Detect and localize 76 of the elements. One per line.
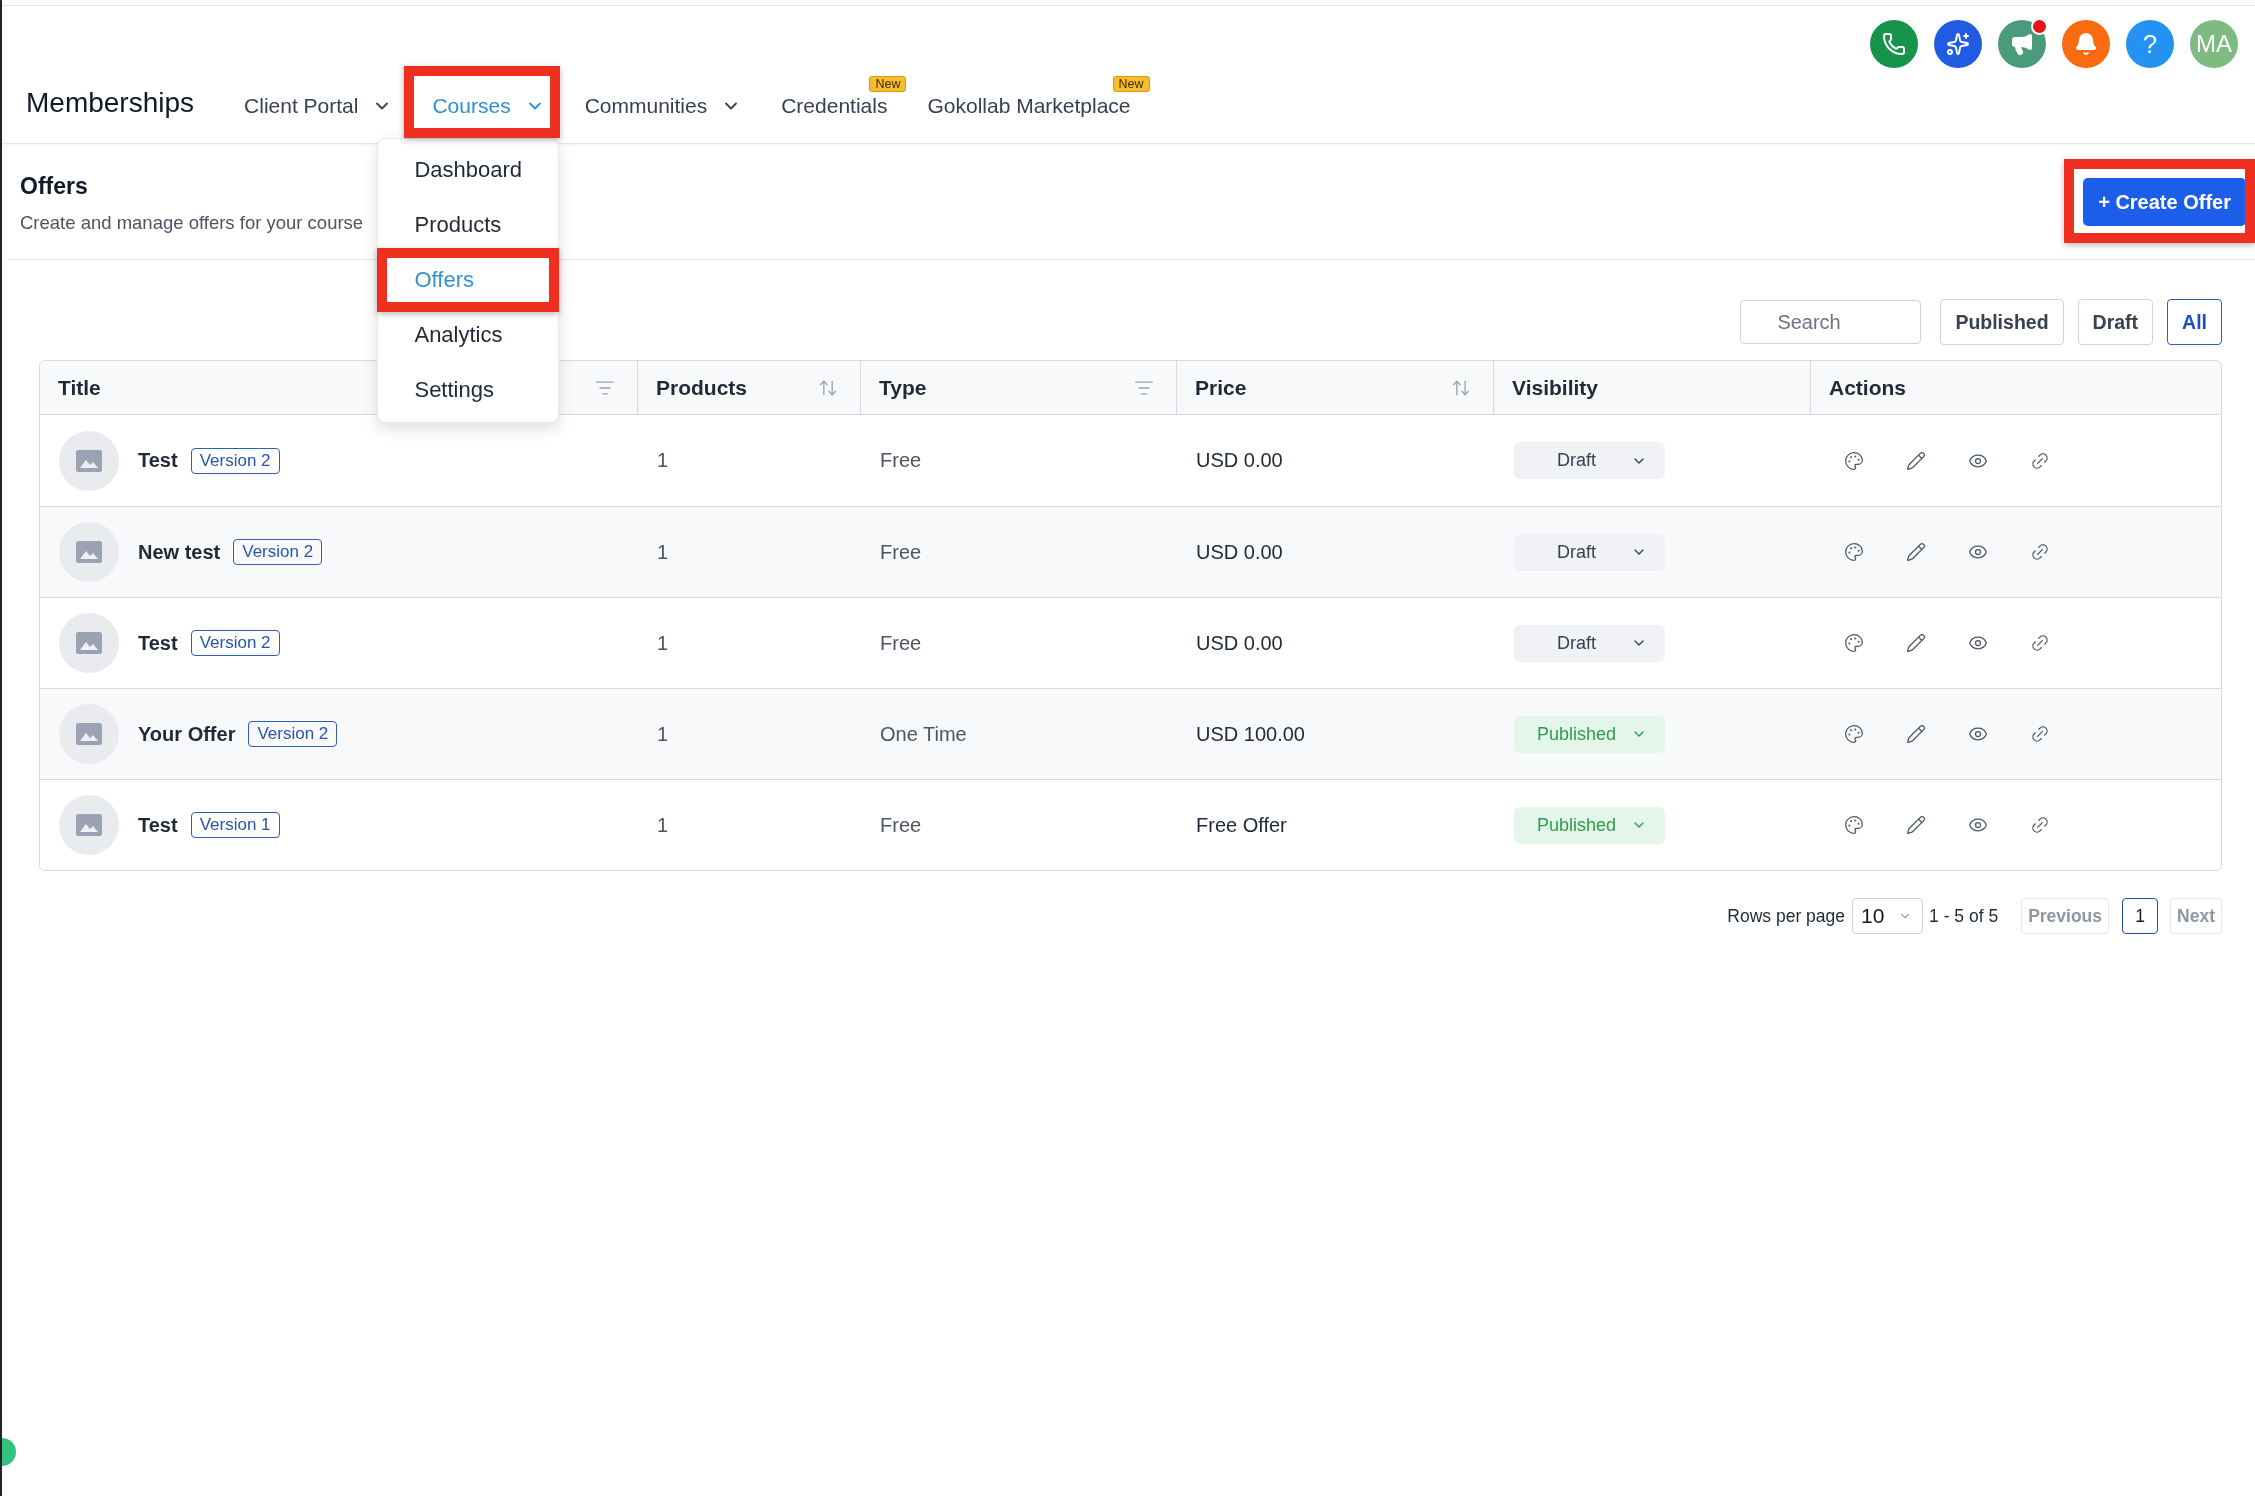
table-cell: USD 0.00 [1196,540,1283,564]
link-icon[interactable] [2030,724,2050,744]
filter-tab[interactable]: Draft [2077,299,2154,345]
table-cell: 1 [657,540,669,564]
edit-icon[interactable] [1906,724,1926,744]
filter-tab[interactable]: All [2167,299,2222,345]
palette-icon[interactable] [1844,724,1864,744]
nav-tab[interactable]: Courses [432,93,545,119]
offer-title[interactable]: Test [138,449,178,472]
offer-title[interactable]: Your Offer [138,722,236,746]
app-title: Memberships [26,87,195,119]
link-icon[interactable] [2030,815,2050,835]
edit-icon[interactable] [1906,815,1926,835]
edit-icon[interactable] [1906,450,1926,471]
version-badge: Version 2 [190,630,280,656]
table-cell: 1 [657,813,669,837]
offer-title[interactable]: Test [138,631,178,655]
page-title: Offers [20,172,89,200]
table-cell: USD 0.00 [1196,449,1283,472]
menu-item[interactable]: Dashboard [390,152,547,188]
bell-icon[interactable] [2062,20,2110,68]
sparkles-icon[interactable] [1934,20,1982,68]
palette-icon[interactable] [1844,542,1864,562]
table-cell: USD 100.00 [1196,722,1305,746]
column-header: Visibility [1512,375,1598,400]
nav-tab[interactable]: Communities [584,93,742,119]
visibility-select[interactable]: Draft [1514,442,1665,479]
table-cell: Free [880,449,922,472]
palette-icon[interactable] [1844,633,1864,653]
phone-icon[interactable] [1870,20,1918,68]
link-icon[interactable] [2030,542,2050,562]
edit-icon[interactable] [1906,542,1926,562]
column-header: Products [656,375,747,400]
filter-tab[interactable]: Published [1940,299,2064,345]
visibility-select[interactable]: Draft [1514,533,1665,571]
page-range: 1 - 5 of 5 [1929,905,1999,927]
table-cell: Free [880,813,922,837]
palette-icon[interactable] [1844,450,1864,471]
visibility-select[interactable]: Draft [1514,624,1665,662]
palette-icon[interactable] [1844,815,1864,835]
table-cell: USD 0.00 [1196,631,1283,655]
offer-title[interactable]: New test [138,540,221,564]
table-cell: 1 [657,449,669,472]
table-cell: 1 [657,722,669,746]
create-offer-button[interactable]: + Create Offer [2083,178,2246,226]
version-badge: Version 1 [190,812,280,838]
page-number-button[interactable]: 1 [2122,898,2159,934]
version-badge: Version 2 [190,447,280,474]
offer-title[interactable]: Test [138,813,178,837]
new-badge: New [1112,76,1150,92]
nav-tab[interactable]: Client Portal [244,93,393,119]
new-badge: New [869,76,907,92]
menu-item[interactable]: Analytics [390,317,547,353]
column-header: Title [58,375,101,400]
version-badge: Version 2 [248,721,338,747]
link-icon[interactable] [2030,450,2050,471]
version-badge: Version 2 [233,539,323,565]
rows-per-page-label: Rows per page [1727,905,1846,927]
edit-icon[interactable] [1906,633,1926,653]
nav-tab[interactable]: Credentials [781,93,888,119]
table-cell: 1 [657,631,669,655]
table-cell: Free Offer [1196,813,1287,837]
column-header: Type [879,375,927,400]
table-cell: One Time [880,722,967,746]
menu-item[interactable]: Products [390,207,547,243]
column-header: Actions [1829,375,1906,400]
table-cell: Free [880,540,922,564]
menu-item[interactable]: Settings [390,372,547,408]
link-icon[interactable] [2030,633,2050,653]
megaphone-icon[interactable] [1998,20,2046,68]
rows-per-page-select[interactable]: 10 [1852,898,1924,934]
search-field[interactable]: Search [1740,300,1922,344]
page-subtitle: Create and manage offers for your course [20,212,364,234]
nav-tab[interactable]: Gokollab Marketplace [927,93,1131,119]
table-cell: Free [880,631,922,655]
column-header: Price [1195,375,1247,400]
